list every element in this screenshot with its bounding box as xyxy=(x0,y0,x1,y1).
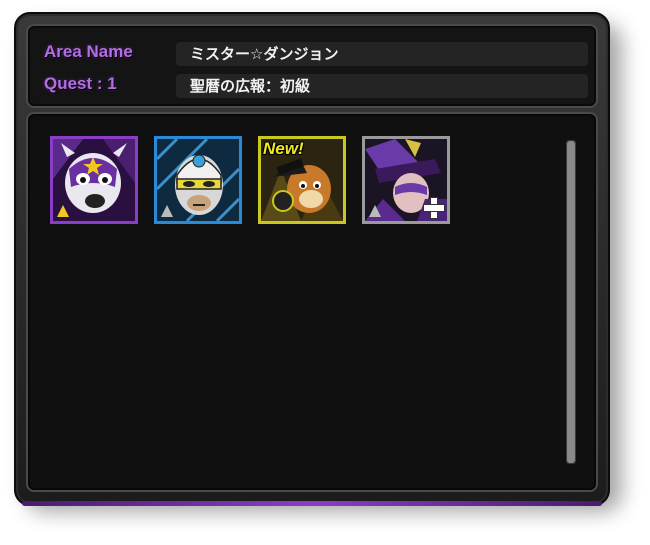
new-badge: New! xyxy=(263,139,304,158)
masked-dog-icon xyxy=(53,139,135,221)
scrollbar-thumb[interactable] xyxy=(567,141,575,463)
new-fox-card[interactable]: New! xyxy=(258,136,346,224)
quest-panel: Area Name ミスター☆ダンジョン Quest : 1 聖暦の広報：初級 xyxy=(14,12,610,506)
quest-value: 聖暦の広報：初級 xyxy=(176,74,588,98)
quest-header: Area Name ミスター☆ダンジョン Quest : 1 聖暦の広報：初級 xyxy=(26,24,598,108)
masked-hero-card[interactable] xyxy=(154,136,242,224)
area-name-label: Area Name xyxy=(44,42,133,61)
purple-hat-card[interactable] xyxy=(362,136,450,224)
scrollbar[interactable] xyxy=(566,140,576,464)
card-list-area: New! xyxy=(26,112,598,492)
panel-accent-strip xyxy=(22,501,602,506)
masked-hero-icon xyxy=(157,139,239,221)
quest-label: Quest : 1 xyxy=(44,74,117,93)
masked-dog-card[interactable] xyxy=(50,136,138,224)
plus-icon xyxy=(423,197,445,219)
area-name-value: ミスター☆ダンジョン xyxy=(176,42,588,66)
